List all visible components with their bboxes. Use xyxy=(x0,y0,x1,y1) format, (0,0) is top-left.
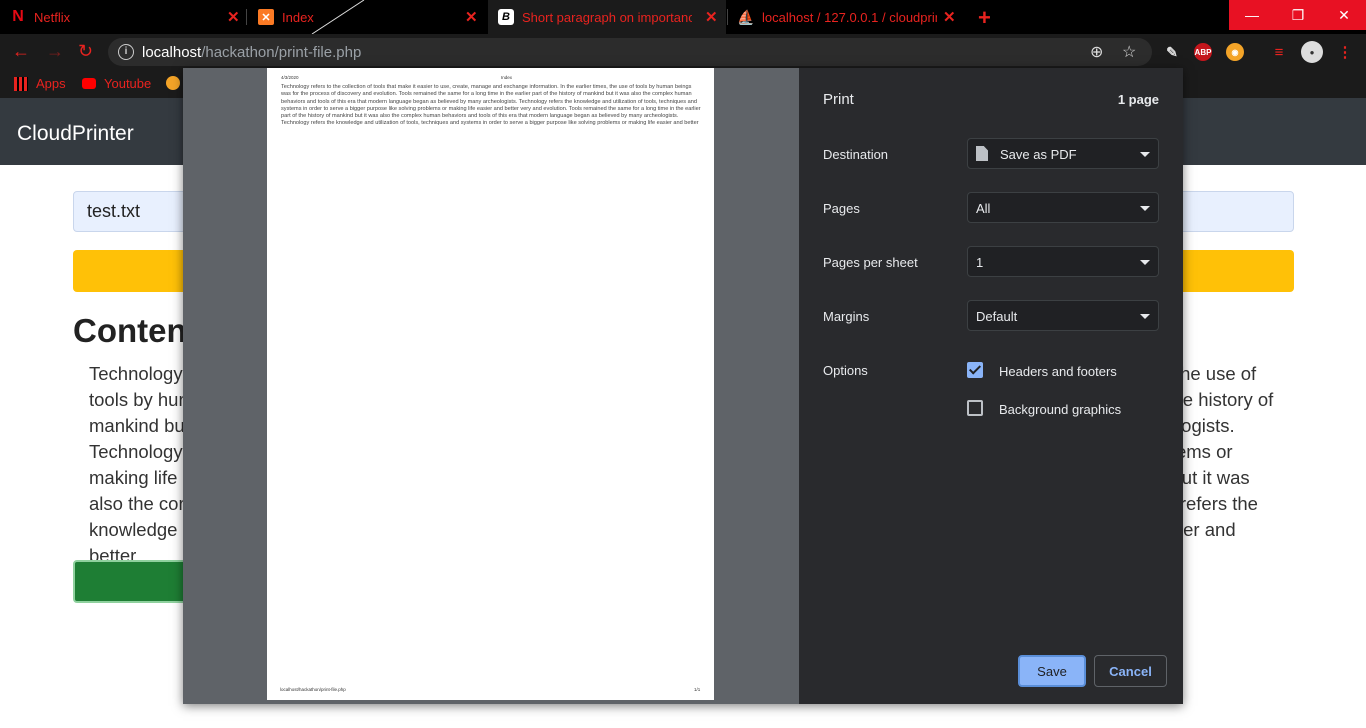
xampp-icon: ✕ xyxy=(258,9,274,25)
pages-label: Pages xyxy=(823,201,860,216)
pages-per-sheet-label: Pages per sheet xyxy=(823,255,918,270)
site-brand[interactable]: CloudPrinter xyxy=(17,122,134,146)
apps-grid-icon xyxy=(14,76,28,91)
reload-button[interactable]: ↻ xyxy=(78,41,93,62)
url-text: localhost/hackathon/print-file.php xyxy=(142,44,362,61)
destination-label: Destination xyxy=(823,147,889,162)
pages-value: All xyxy=(976,201,991,216)
zoom-icon[interactable]: ⊕ xyxy=(1090,42,1103,62)
pages-per-sheet-select[interactable]: 1 xyxy=(967,246,1159,277)
bookmark-label: Youtube xyxy=(104,76,152,91)
tab-phpmyadmin[interactable]: ⛵ localhost / 127.0.0.1 / cloudprint ✕ xyxy=(728,0,966,34)
bookmark-favicon-icon xyxy=(166,76,180,90)
pages-select[interactable]: All xyxy=(967,192,1159,223)
close-icon[interactable]: ✕ xyxy=(943,8,956,26)
background-graphics-checkbox[interactable] xyxy=(967,400,983,416)
bookmark-label: Apps xyxy=(36,76,66,91)
tab-strip: N Netflix ✕ ✕ Index ✕ B Short paragraph … xyxy=(0,0,1366,34)
destination-select[interactable]: Save as PDF xyxy=(967,138,1159,169)
info-icon[interactable]: i xyxy=(118,44,134,60)
window-drag-line xyxy=(311,0,365,34)
preview-page: 4/3/2020 Index Technology refers to the … xyxy=(267,68,714,700)
close-window-button[interactable]: ✕ xyxy=(1321,0,1366,30)
adblock-icon[interactable]: ABP xyxy=(1194,43,1212,61)
cancel-button[interactable]: Cancel xyxy=(1094,655,1167,687)
menu-icon[interactable]: ⋮ xyxy=(1336,43,1354,61)
tab-netflix[interactable]: N Netflix ✕ xyxy=(0,0,246,34)
new-tab-button[interactable]: + xyxy=(978,5,991,31)
tab-short-paragraph[interactable]: B Short paragraph on importance o ✕ xyxy=(488,0,726,34)
netflix-icon: N xyxy=(12,8,24,25)
options-label: Options xyxy=(823,363,868,378)
page-count: 1 page xyxy=(1117,92,1159,107)
print-title: Print xyxy=(823,91,854,108)
back-button[interactable]: ← xyxy=(12,41,30,62)
print-dialog: 4/3/2020 Index Technology refers to the … xyxy=(183,68,1183,704)
bookmark-youtube[interactable]: Youtube xyxy=(82,76,151,91)
close-icon[interactable]: ✕ xyxy=(227,8,240,26)
playlist-icon[interactable]: ≡ xyxy=(1270,43,1288,61)
chevron-down-icon xyxy=(1140,206,1150,211)
forward-button[interactable]: → xyxy=(46,41,64,62)
pages-per-sheet-value: 1 xyxy=(976,255,984,270)
save-button[interactable]: Save xyxy=(1018,655,1086,687)
address-bar[interactable]: i localhost/hackathon/print-file.php ⊕ ☆ xyxy=(108,38,1152,66)
preview-footer-url: localhost/hackathon/print-file.php xyxy=(280,687,346,692)
browser-toolbar: ← → ↻ i localhost/hackathon/print-file.p… xyxy=(0,34,1366,70)
bing-icon: B xyxy=(498,9,514,25)
pen-icon[interactable]: ✎ xyxy=(1163,43,1181,61)
headers-footers-checkbox[interactable] xyxy=(967,362,983,378)
document-icon xyxy=(976,146,988,161)
bookmark-star-icon[interactable]: ☆ xyxy=(1122,42,1136,62)
tab-title: Netflix xyxy=(34,10,71,25)
margins-label: Margins xyxy=(823,309,870,324)
content-heading: Content xyxy=(73,312,198,349)
print-preview-area: 4/3/2020 Index Technology refers to the … xyxy=(183,68,799,704)
restore-button[interactable]: ❐ xyxy=(1275,0,1321,30)
owl-icon[interactable]: ◉ xyxy=(1226,43,1244,61)
print-settings-panel: Print 1 page Destination Save as PDF Pag… xyxy=(799,68,1183,704)
destination-value: Save as PDF xyxy=(1000,147,1077,162)
preview-header-title: Index xyxy=(501,75,513,80)
chevron-down-icon xyxy=(1140,314,1150,319)
minimize-button[interactable]: — xyxy=(1229,0,1275,30)
bookmark-apps[interactable]: Apps xyxy=(14,76,66,91)
avatar[interactable]: ● xyxy=(1301,41,1323,63)
chevron-down-icon xyxy=(1140,260,1150,265)
tab-title: Short paragraph on importance o xyxy=(522,10,692,25)
headers-footers-label[interactable]: Headers and footers xyxy=(999,364,1117,379)
preview-header-date: 4/3/2020 xyxy=(281,75,299,80)
preview-body-text: Technology refers to the collection of t… xyxy=(281,84,701,127)
close-icon[interactable]: ✕ xyxy=(465,8,478,26)
tab-title: localhost / 127.0.0.1 / cloudprint xyxy=(762,10,937,25)
margins-select[interactable]: Default xyxy=(967,300,1159,331)
chevron-down-icon xyxy=(1140,152,1150,157)
preview-footer-page: 1/1 xyxy=(694,687,701,692)
youtube-icon xyxy=(82,78,96,89)
background-graphics-label[interactable]: Background graphics xyxy=(999,402,1121,417)
margins-value: Default xyxy=(976,309,1018,324)
close-icon[interactable]: ✕ xyxy=(705,8,718,26)
tab-divider xyxy=(246,9,247,25)
phpmyadmin-icon: ⛵ xyxy=(737,8,755,25)
